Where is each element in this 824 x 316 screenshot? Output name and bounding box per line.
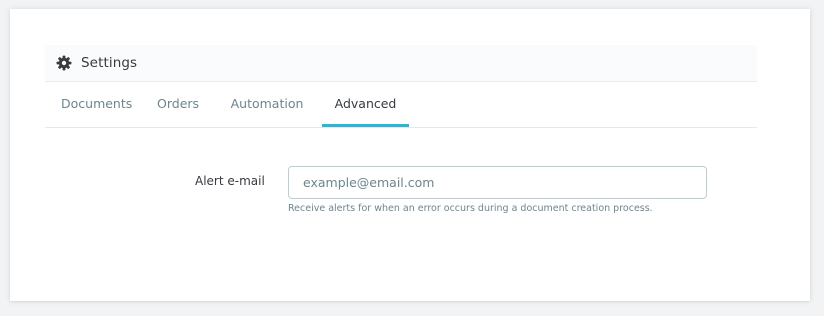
gear-icon <box>56 55 72 71</box>
tab-documents[interactable]: Documents <box>61 82 132 127</box>
settings-tabs: Documents Orders Automation Advanced <box>45 82 757 128</box>
alert-email-help: Receive alerts for when an error occurs … <box>288 203 653 214</box>
panel-title: Settings <box>81 55 138 71</box>
alert-email-label: Alert e-mail <box>195 174 265 188</box>
tab-automation[interactable]: Automation <box>227 82 307 127</box>
panel-header: Settings <box>45 45 757 82</box>
tab-advanced[interactable]: Advanced <box>322 82 409 127</box>
tab-orders[interactable]: Orders <box>157 82 199 127</box>
alert-email-input[interactable] <box>288 166 707 199</box>
